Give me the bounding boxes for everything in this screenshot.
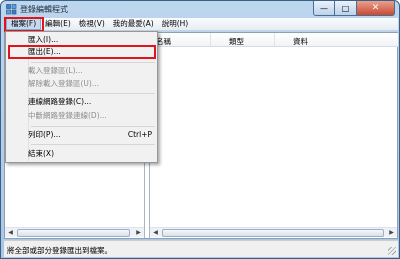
column-divider[interactable] <box>210 33 211 47</box>
maximize-icon: □ <box>341 3 350 13</box>
minimize-icon: — <box>320 3 328 13</box>
export-highlight-box <box>8 45 156 59</box>
file-menu-highlight-box <box>4 17 44 32</box>
status-bar: 將全部或部分登錄匯出到檔案。 <box>4 240 398 257</box>
scroll-left-icon[interactable]: ◀ <box>6 229 15 237</box>
menu-favorites[interactable]: 我的最愛(A) <box>109 18 158 30</box>
scroll-right-icon[interactable]: ▶ <box>387 229 396 237</box>
menu-separator <box>31 126 155 127</box>
menu-separator <box>31 62 155 63</box>
tree-scroll-thumb[interactable] <box>17 229 130 237</box>
column-header-data[interactable]: 資料 <box>293 36 308 47</box>
registry-editor-icon <box>6 4 17 15</box>
menu-edit[interactable]: 編輯(E) <box>41 18 75 30</box>
scroll-left-icon[interactable]: ◀ <box>151 229 160 237</box>
column-header-name[interactable]: 名稱 <box>156 36 171 47</box>
list-horizontal-scrollbar[interactable]: ◀ ▶ <box>150 227 397 237</box>
menu-item-print-label: 列印(P)... <box>28 130 61 139</box>
menu-item-unload-hive: 解除載入登錄區(U)... <box>28 79 99 88</box>
value-list-pane[interactable]: 名稱 類型 資料 ◀ ▶ <box>149 33 398 238</box>
close-icon: ✕ <box>371 3 380 13</box>
window-title: 登錄編輯程式 <box>20 5 68 14</box>
resize-grip-icon[interactable] <box>388 247 396 255</box>
list-column-headers: 名稱 類型 資料 <box>150 33 398 47</box>
menu-item-load-hive: 載入登錄區(L)... <box>28 66 83 75</box>
scroll-right-icon[interactable]: ▶ <box>134 229 143 237</box>
column-header-type[interactable]: 類型 <box>229 36 244 47</box>
menu-item-print[interactable]: 列印(P)... Ctrl+P <box>28 129 156 141</box>
registry-editor-window: 登錄編輯程式 — □ ✕ 檔案(F) 編輯(E) 檢視(V) 我的最愛(A) 說… <box>0 0 400 259</box>
print-shortcut: Ctrl+P <box>127 130 152 139</box>
title-bar[interactable]: 登錄編輯程式 — □ ✕ <box>1 1 399 18</box>
menu-separator <box>31 144 155 145</box>
menu-item-connect-network-registry[interactable]: 連線網路登錄(C)... <box>28 96 156 108</box>
column-divider[interactable] <box>274 33 275 47</box>
maximize-button[interactable]: □ <box>335 1 357 16</box>
menu-view[interactable]: 檢視(V) <box>75 18 109 30</box>
list-scroll-thumb[interactable] <box>162 229 384 237</box>
menu-item-exit[interactable]: 結束(X) <box>28 148 156 160</box>
menu-item-disconnect-network-registry: 中斷網路登錄連線(D)... <box>28 111 107 120</box>
status-text: 將全部或部分登錄匯出到檔案。 <box>7 246 112 255</box>
menu-bar: 檔案(F) 編輯(E) 檢視(V) 我的最愛(A) 說明(H) <box>4 18 398 31</box>
menu-separator <box>31 93 155 94</box>
tree-horizontal-scrollbar[interactable]: ◀ ▶ <box>5 227 144 237</box>
close-button[interactable]: ✕ <box>357 1 395 16</box>
minimize-button[interactable]: — <box>313 1 335 16</box>
window-controls: — □ ✕ <box>313 1 395 16</box>
menu-help[interactable]: 說明(H) <box>158 18 193 30</box>
file-menu-dropdown: 匯入(I)... 匯出(E)... 載入登錄區(L)... 解除載入登錄區(U)… <box>5 31 158 163</box>
